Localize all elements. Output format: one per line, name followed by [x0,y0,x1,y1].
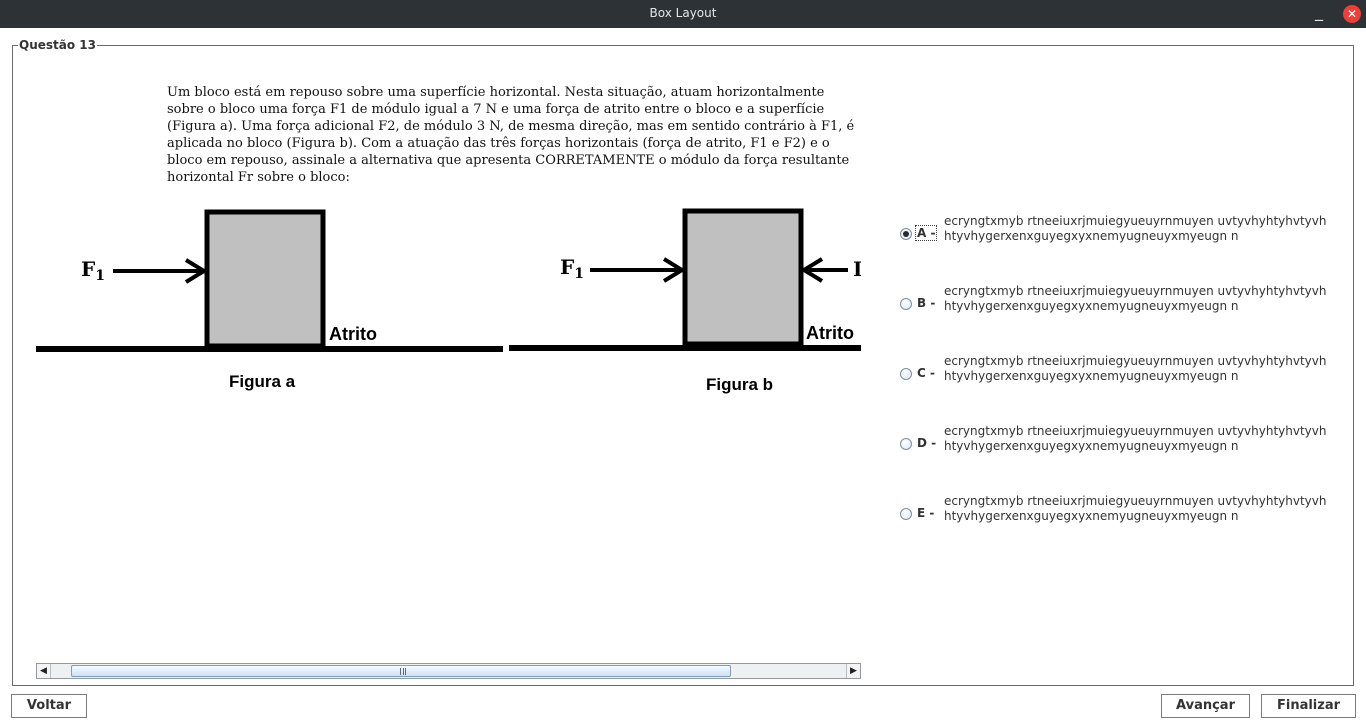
finish-button[interactable]: Finalizar [1261,694,1356,718]
option-e-text: ecryngtxmyb rtneeiuxrjmuiegyueuyrnmuyen … [944,494,1327,523]
option-a[interactable]: A - ecryngtxmyb rtneeiuxrjmuiegyueuyrnmu… [900,214,1340,260]
option-e[interactable]: E - ecryngtxmyb rtneeiuxrjmuiegyueuyrnmu… [900,494,1340,540]
option-d[interactable]: D - ecryngtxmyb rtneeiuxrjmuiegyueuyrnmu… [900,424,1340,470]
option-c-radio[interactable] [900,368,912,380]
figure-a: F1 Atrito Figura a [36,209,503,391]
close-button[interactable]: ✕ [1343,5,1361,23]
option-d-letter: D - [917,436,937,450]
option-b-text: ecryngtxmyb rtneeiuxrjmuiegyueuyrnmuyen … [944,284,1327,313]
horizontal-scrollbar[interactable]: ◀ ▶ [36,663,861,679]
option-a-letter: A - [914,225,938,241]
option-a-text: ecryngtxmyb rtneeiuxrjmuiegyueuyrnmuyen … [944,214,1327,243]
scroll-right-icon[interactable]: ▶ [846,664,860,678]
figure-b-caption: Figura b [706,375,773,394]
next-button[interactable]: Avançar [1161,694,1250,718]
minimize-button[interactable]: _ [1315,2,1323,21]
question-number-legend: Questão 13 [18,38,97,52]
figure-b-block [682,208,804,347]
option-d-radio[interactable] [900,438,912,450]
force-diagram: F1 Atrito Figura a F1 I Atrito Figura b [36,208,861,394]
option-d-text: ecryngtxmyb rtneeiuxrjmuiegyueuyrnmuyen … [944,424,1327,453]
question-text: Um bloco está em repouso sobre uma super… [167,85,855,185]
figure-a-caption: Figura a [229,372,296,391]
scrollbar-thumb[interactable] [71,665,731,677]
option-c-letter: C - [917,366,935,380]
question-image: F1 Atrito Figura a F1 I Atrito Figura b [36,200,861,400]
figure-b-force-label: F1 [560,255,584,282]
window-title: Box Layout [649,6,717,20]
option-a-radio[interactable] [900,228,912,240]
option-b-radio[interactable] [900,298,912,310]
scrollbar-grip-icon [400,668,406,675]
back-button[interactable]: Voltar [11,694,87,718]
option-c[interactable]: C - ecryngtxmyb rtneeiuxrjmuiegyueuyrnmu… [900,354,1340,400]
window-titlebar: Box Layout _ ✕ [0,0,1366,28]
figure-a-force-label: F1 [81,257,105,284]
figure-b-force2-label-clipped: I [853,257,861,281]
option-c-text: ecryngtxmyb rtneeiuxrjmuiegyueuyrnmuyen … [944,354,1327,383]
option-b[interactable]: B - ecryngtxmyb rtneeiuxrjmuiegyueuyrnmu… [900,284,1340,330]
option-b-letter: B - [917,296,936,310]
figure-b-friction-label: Atrito [806,323,854,343]
figure-a-friction-label: Atrito [329,324,377,344]
scroll-left-icon[interactable]: ◀ [37,664,51,678]
figure-a-block [204,209,326,349]
option-e-letter: E - [917,506,935,520]
figure-b: F1 I Atrito Figura b [509,208,861,394]
option-e-radio[interactable] [900,508,912,520]
